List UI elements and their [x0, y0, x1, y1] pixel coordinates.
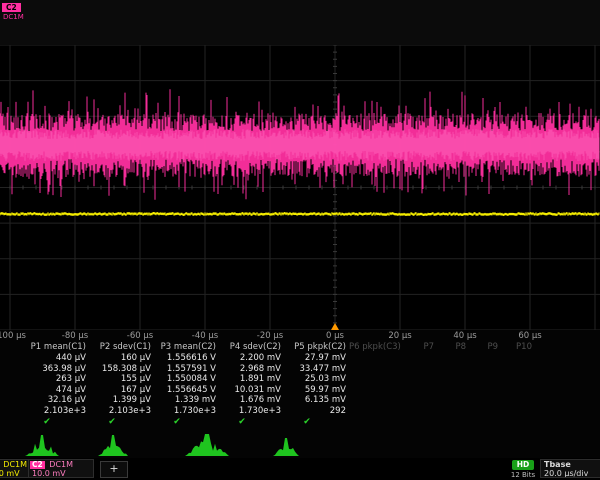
histicon[interactable]	[98, 435, 128, 456]
measure-column-p2[interactable]: P2 sdev(C1)160 µV158.308 µV155 µV167 µV1…	[89, 342, 151, 427]
measure-column-p4[interactable]: P4 sdev(C2)2.200 mV2.968 mV1.891 mV10.03…	[219, 342, 281, 427]
trigger-position-marker[interactable]	[331, 323, 339, 330]
measure-value: 363.98 µV	[24, 364, 86, 375]
measure-status-check-icon: ✔	[24, 416, 86, 427]
add-trace-button[interactable]: +	[100, 461, 128, 478]
measure-column-p3[interactable]: P3 mean(C2)1.556616 V1.557591 V1.550084 …	[154, 342, 216, 427]
timebase-descriptor[interactable]: Tbase 20.0 µs/div	[540, 459, 600, 478]
measure-value: 2.103e+3	[89, 406, 151, 417]
measure-value: 25.03 mV	[284, 374, 346, 385]
time-axis-label: 20 µs	[388, 331, 411, 341]
time-axis-label: -80 µs	[62, 331, 88, 341]
measure-value: 440 µV	[24, 353, 86, 364]
measure-header-inactive[interactable]: P8	[436, 342, 466, 353]
time-axis-label: -60 µs	[127, 331, 153, 341]
measure-header-inactive[interactable]: P10	[500, 342, 532, 353]
measure-status-check-icon: ✔	[154, 416, 216, 427]
measurement-table[interactable]: P1 mean(C1)440 µV363.98 µV263 µV474 µV32…	[0, 342, 600, 430]
measure-value: 2.200 mV	[219, 353, 281, 364]
hd-badge: HD	[512, 460, 534, 470]
histicon[interactable]	[25, 435, 59, 456]
measure-value: 158.308 µV	[89, 364, 151, 375]
measure-value: 2.103e+3	[24, 406, 86, 417]
hd-bits-label: 12 Bits	[504, 471, 542, 479]
c1-coupling-label: DC1M	[3, 460, 27, 469]
top-bar: C2 DC1M	[0, 0, 600, 45]
tbase-label: Tbase	[541, 460, 600, 469]
histicon[interactable]	[185, 434, 229, 456]
time-axis-label: 0 µs	[326, 331, 344, 341]
measure-header: P1 mean(C1)	[24, 342, 86, 353]
measure-header: P5 pkpk(C2)	[284, 342, 346, 353]
measure-value: 1.556616 V	[154, 353, 216, 364]
channel-descriptor-c2[interactable]: C2 DC1M 10.0 mV	[28, 459, 94, 478]
measure-value: 292	[284, 406, 346, 417]
measure-value: 33.477 mV	[284, 364, 346, 375]
measure-header-inactive[interactable]: P7	[404, 342, 434, 353]
time-axis-label: -40 µs	[192, 331, 218, 341]
measure-value: 160 µV	[89, 353, 151, 364]
measure-value: 59.97 mV	[284, 385, 346, 396]
measure-value: 32.16 µV	[24, 395, 86, 406]
oscilloscope-screen: C2 DC1M -100 µs -80 µs -60 µs -40 µs -20 µs 0…	[0, 0, 600, 480]
histicon[interactable]	[273, 438, 299, 456]
measure-header: P4 sdev(C2)	[219, 342, 281, 353]
time-axis-label: 60 µs	[518, 331, 541, 341]
measure-column-p5[interactable]: P5 pkpk(C2)27.97 mV33.477 mV25.03 mV59.9…	[284, 342, 346, 427]
bottom-bar: C1 DC1M 10.0 mV C2 DC1M 10.0 mV + HD 12 …	[0, 458, 600, 480]
measure-value: 474 µV	[24, 385, 86, 396]
measure-value: 10.031 mV	[219, 385, 281, 396]
time-axis: -100 µs -80 µs -60 µs -40 µs -20 µs 0 µs 20 µs…	[0, 330, 600, 342]
c1-trace	[0, 212, 599, 216]
measure-status-check-icon: ✔	[89, 416, 151, 427]
measure-value: 27.97 mV	[284, 353, 346, 364]
measure-status-check-icon: ✔	[284, 416, 346, 427]
graticule[interactable]	[0, 45, 600, 330]
measure-value: 155 µV	[89, 374, 151, 385]
c2-coupling-label: DC1M	[49, 460, 73, 469]
measure-value: 1.339 mV	[154, 395, 216, 406]
measure-header-inactive[interactable]: P9	[468, 342, 498, 353]
measurement-histicons[interactable]	[0, 430, 600, 458]
time-axis-label: 40 µs	[453, 331, 476, 341]
measure-value: 263 µV	[24, 374, 86, 385]
measure-value: 1.556645 V	[154, 385, 216, 396]
measure-value: 6.135 mV	[284, 395, 346, 406]
measure-value: 1.730e+3	[219, 406, 281, 417]
c2-tab: C2	[30, 461, 45, 469]
measure-header: P2 sdev(C1)	[89, 342, 151, 353]
measure-value: 1.730e+3	[154, 406, 216, 417]
time-axis-label: -100 µs	[0, 331, 26, 341]
measure-value: 1.557591 V	[154, 364, 216, 375]
waveform-display	[0, 45, 600, 330]
measure-value: 1.399 µV	[89, 395, 151, 406]
time-axis-label: -20 µs	[257, 331, 283, 341]
trace-badge-sub-label: DC1M	[3, 13, 24, 21]
measure-status-check-icon: ✔	[219, 416, 281, 427]
trace-badge-c2[interactable]: C2	[2, 3, 21, 12]
c2-scale-label: 10.0 mV	[29, 469, 93, 478]
measure-column-p1[interactable]: P1 mean(C1)440 µV363.98 µV263 µV474 µV32…	[24, 342, 86, 427]
measure-value: 2.968 mV	[219, 364, 281, 375]
measure-value: 1.891 mV	[219, 374, 281, 385]
measure-value: 167 µV	[89, 385, 151, 396]
tbase-scale-label: 20.0 µs/div	[541, 469, 600, 478]
measure-value: 1.550084 V	[154, 374, 216, 385]
measure-value: 1.676 mV	[219, 395, 281, 406]
measure-header: P3 mean(C2)	[154, 342, 216, 353]
